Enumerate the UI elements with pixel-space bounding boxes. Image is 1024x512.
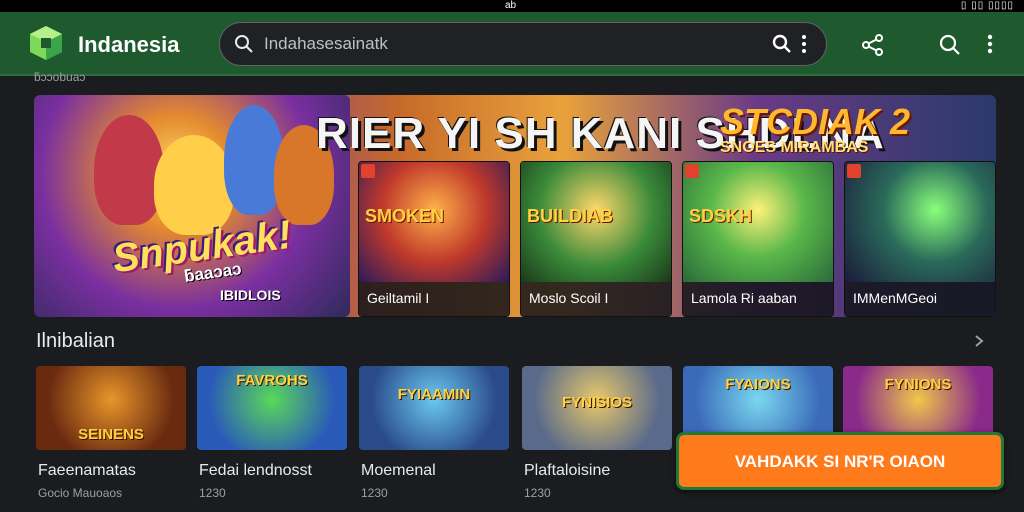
thumbnail-title: SEINENS [78,426,144,443]
cta-label: VAHDAKK SI NR'R OIAON [734,452,946,471]
card-label: Lamola Ri aaban [691,290,797,306]
game-name: Fedai lendnosst [199,462,312,479]
game-name: Moemenal [361,462,436,479]
hero-tag: IBIDLOIS [220,287,281,303]
chevron-right-icon[interactable] [972,334,986,348]
featured-card[interactable]: SDSKH Lamola Ri aaban [682,161,834,317]
featured-card[interactable]: IMMenMGeoi [844,161,996,317]
game-thumbnail[interactable]: SEINENS [36,366,186,450]
thumbnail-title: FYIAAMIN [397,386,471,403]
game-thumbnail[interactable]: FYNISIOS [522,366,672,450]
toolbar-search-icon[interactable] [938,33,962,57]
banner-logo-subtext: SNOES MIRAMBAS [720,139,869,156]
game-subtitle: 1230 [199,486,226,500]
thumbnail-title: FYNIONS [884,376,952,393]
card-art-title: BUILDIAB [527,206,613,226]
search-bar[interactable] [219,22,827,66]
game-name: Faeenamatas [38,462,136,479]
share-icon[interactable] [862,34,884,56]
game-card[interactable]: SEINENS Faeenamatas Gocio Mauoaos [36,366,186,512]
banner-logo-text: STCDIAK 2 [720,101,911,142]
featured-banner[interactable]: Snpukak! ƃaaɔaɔ IBIDLOIS RIER YI SH KANI… [34,95,996,317]
game-subtitle: 1230 [361,486,388,500]
app-title: Indanesia [78,32,180,57]
game-card[interactable]: FYIAAMIN Moemenal 1230 [359,366,509,512]
card-badge [685,164,699,178]
featured-card[interactable]: BUILDIAB Moslo Scoil I [520,161,672,317]
status-bar: ab ▯ ▯▯ ▯▯▯▯ [0,0,1024,12]
app-bar: Indanesia [0,12,1024,76]
card-label: IMMenMGeoi [853,290,938,306]
card-label: Geiltamil I [367,290,430,306]
thumbnail-title: FYAIONS [725,376,791,393]
card-badge [361,164,375,178]
thumbnail-title: FYNISIOS [561,394,632,411]
card-art-title: SMOKEN [365,206,445,226]
search-icon[interactable] [234,34,254,54]
game-card[interactable]: FAVROHS Fedai lendnosst 1230 [197,366,347,512]
card-art-title: SDSKH [689,206,753,226]
hero-artwork[interactable]: Snpukak! ƃaaɔaɔ IBIDLOIS [34,95,350,317]
card-label: Moslo Scoil I [529,290,609,306]
game-thumbnail[interactable]: FAVROHS [197,366,347,450]
game-subtitle: 1230 [524,486,551,500]
install-cta-button[interactable]: VAHDAKK SI NR'R OIAON [676,432,1004,490]
featured-card[interactable]: SMOKEN Geiltamil I [358,161,510,317]
status-icons: ▯ ▯▯ ▯▯▯▯ [960,0,1014,11]
game-thumbnail[interactable]: FYIAAMIN [359,366,509,450]
card-badge [847,164,861,178]
search-more-icon[interactable] [800,33,808,55]
thumbnail-title: FAVROHS [236,372,308,389]
game-card[interactable]: FYNISIOS Plaftaloisine 1230 [522,366,672,512]
overflow-menu-icon[interactable] [986,32,994,56]
game-subtitle: Gocio Mauoaos [38,486,123,500]
app-logo-icon [30,26,62,60]
status-center-text: ab [505,0,517,11]
section-title: Ilnibalian [36,330,115,352]
search-input[interactable] [264,31,744,57]
game-name: Plaftaloisine [524,462,611,479]
card-artwork [845,162,995,282]
breadcrumb: ƃɔɔobuaɔ [34,70,86,84]
search-submit-icon[interactable] [772,34,792,54]
